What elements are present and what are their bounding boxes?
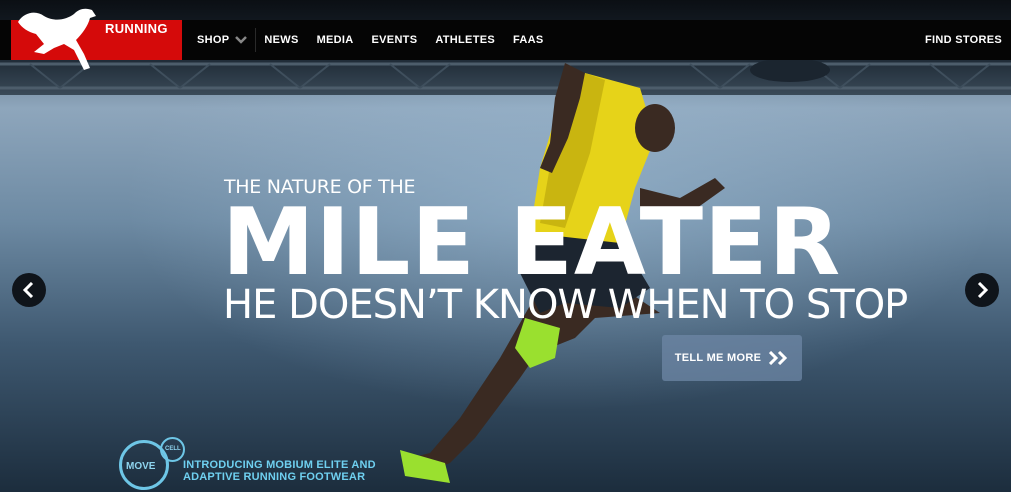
carousel-next-button[interactable] — [965, 273, 999, 307]
chevron-down-icon — [235, 36, 248, 44]
tell-me-more-button[interactable]: TELL ME MORE — [662, 335, 802, 381]
find-stores-link[interactable]: FIND STORES — [925, 34, 1002, 46]
hero-subtitle: HE DOESN’T KNOW WHEN TO STOP — [223, 282, 908, 328]
nav-item-faas[interactable]: FAAS — [513, 34, 544, 46]
nav-item-athletes[interactable]: ATHLETES — [435, 34, 495, 46]
nav-item-events[interactable]: EVENTS — [372, 34, 418, 46]
nav-item-news[interactable]: NEWS — [264, 34, 298, 46]
carousel-prev-button[interactable] — [12, 273, 46, 307]
double-chevron-right-icon — [769, 351, 788, 365]
hero-banner: RUNNING SHOP NEWS MEDIA EVENTS ATHLETES … — [0, 0, 1011, 492]
nav-divider — [255, 28, 257, 52]
chevron-left-icon — [22, 282, 34, 298]
cell-logo-label: CELL — [165, 446, 181, 452]
nav-item-shop[interactable]: SHOP — [197, 34, 248, 46]
promo-line-1: INTRODUCING MOBIUM ELITE AND — [183, 459, 376, 471]
utility-nav: FIND STORES — [925, 20, 1002, 60]
cta-label: TELL ME MORE — [674, 352, 762, 364]
brand-section-label[interactable]: RUNNING — [105, 21, 168, 36]
nav-item-media[interactable]: MEDIA — [317, 34, 354, 46]
puma-cat-logo-icon[interactable] — [14, 4, 104, 72]
promo-link[interactable]: INTRODUCING MOBIUM ELITE AND ADAPTIVE RU… — [183, 459, 376, 483]
hero-title: MILE EATER — [222, 188, 842, 296]
main-nav: SHOP NEWS MEDIA EVENTS ATHLETES FAAS — [197, 20, 544, 60]
promo-line-2: ADAPTIVE RUNNING FOOTWEAR — [183, 471, 366, 483]
move-logo-label[interactable]: MOVE — [126, 461, 155, 472]
chevron-right-icon — [977, 282, 989, 298]
nav-item-label: SHOP — [197, 34, 230, 46]
